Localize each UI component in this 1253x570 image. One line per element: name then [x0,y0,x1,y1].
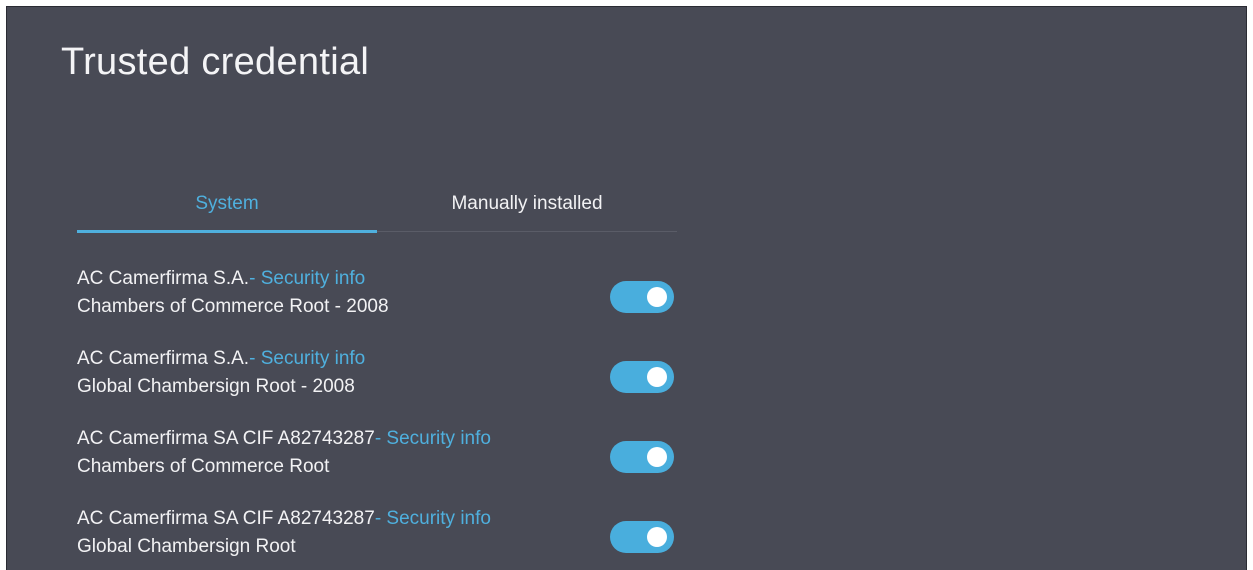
certificate-name: Global Chambersign Root - 2008 [77,376,355,397]
certificate-issuer: AC Camerfirma S.A. [77,348,250,369]
page-title: Trusted credential [61,41,370,83]
certificate-name: Chambers of Commerce Root [77,456,330,477]
certificate-toggle[interactable] [610,361,674,393]
certificate-issuer-line: AC Camerfirma S.A.- Security info [77,345,365,373]
certificate-row: AC Camerfirma S.A.- Security info Global… [77,345,677,425]
certificate-issuer-line: AC Camerfirma S.A.- Security info [77,265,389,293]
certificate-issuer: AC Camerfirma SA CIF A82743287 [77,508,375,529]
toggle-knob [647,527,667,547]
certificate-row: AC Camerfirma S.A.- Security info Chambe… [77,265,677,345]
certificate-text: AC Camerfirma SA CIF A82743287- Security… [77,505,491,561]
tab-manually-installed-label: Manually installed [451,193,603,214]
certificate-name: Chambers of Commerce Root - 2008 [77,296,389,317]
certificate-text: AC Camerfirma S.A.- Security info Global… [77,345,365,401]
certificate-text: AC Camerfirma SA CIF A82743287- Security… [77,425,491,481]
tab-system-label: System [195,193,259,214]
certificate-text: AC Camerfirma S.A.- Security info Chambe… [77,265,389,321]
certificate-row: AC Camerfirma SA CIF A82743287- Security… [77,425,677,505]
certificate-toggle[interactable] [610,441,674,473]
certificate-issuer: AC Camerfirma S.A. [77,268,250,289]
certificate-row: AC Camerfirma SA CIF A82743287- Security… [77,505,677,570]
certificate-list: AC Camerfirma S.A.- Security info Chambe… [77,265,677,570]
toggle-knob [647,367,667,387]
tab-manually-installed[interactable]: Manually installed [377,185,677,231]
toggle-knob [647,447,667,467]
certificate-toggle[interactable] [610,281,674,313]
security-info-link[interactable]: - Security info [249,268,365,289]
certificate-issuer-line: AC Camerfirma SA CIF A82743287- Security… [77,505,491,533]
tab-selected-indicator [77,230,377,233]
security-info-link[interactable]: - Security info [375,428,491,449]
tab-bar: System Manually installed [77,185,677,233]
toggle-knob [647,287,667,307]
security-info-link[interactable]: - Security info [375,508,491,529]
certificate-name: Global Chambersign Root [77,536,296,557]
certificate-issuer: AC Camerfirma SA CIF A82743287 [77,428,375,449]
certificate-toggle[interactable] [610,521,674,553]
tab-system[interactable]: System [77,185,377,233]
security-info-link[interactable]: - Security info [249,348,365,369]
trusted-credential-screen: Trusted credential System Manually insta… [6,6,1247,570]
certificate-issuer-line: AC Camerfirma SA CIF A82743287- Security… [77,425,491,453]
